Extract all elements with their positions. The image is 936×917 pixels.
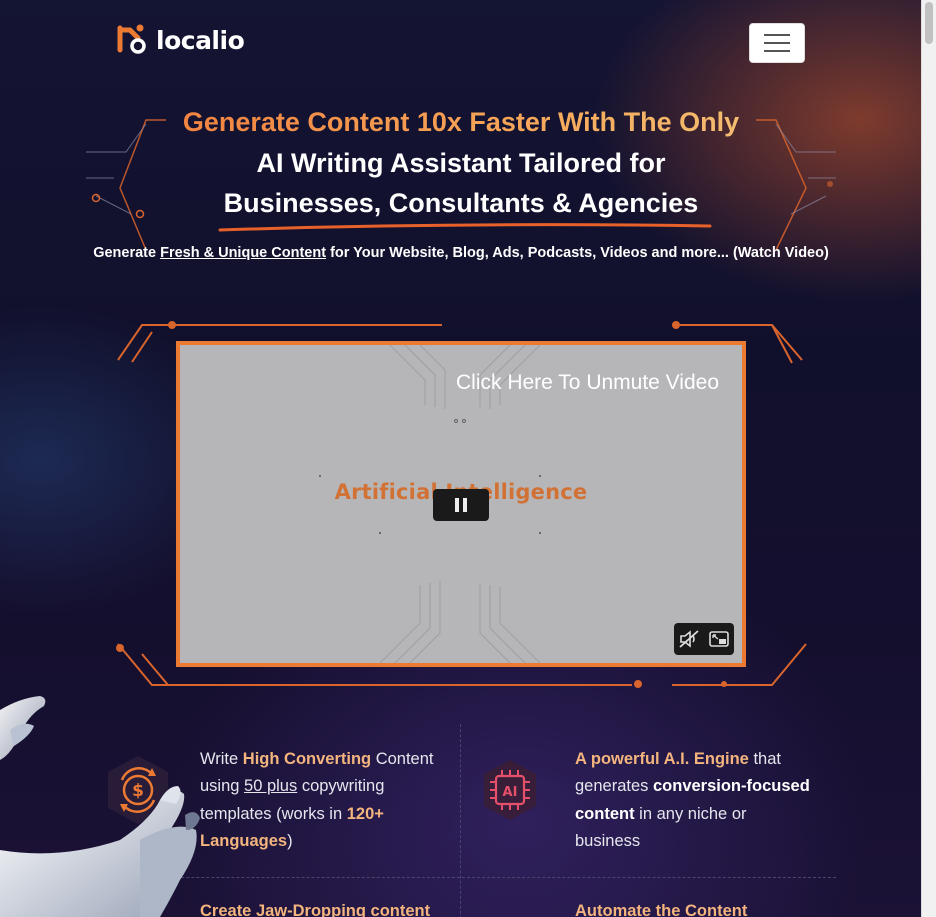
- ai-chip-icon: AI: [484, 760, 536, 820]
- svg-text:AI: AI: [503, 785, 518, 800]
- feature-4-highlight: Automate the Content: [575, 902, 748, 917]
- scrollbar-thumb[interactable]: [925, 2, 933, 44]
- feature-2-highlight: A powerful A.I. Engine: [575, 750, 749, 768]
- pause-icon: [455, 498, 467, 512]
- logo-text: localio: [156, 25, 245, 55]
- headline-line-3-text: Businesses, Consultants & Agencies: [223, 188, 699, 218]
- hero-subtitle: Generate Fresh & Unique Content for Your…: [86, 245, 836, 261]
- video-controls: [674, 623, 734, 655]
- subtitle-text-pre: Generate: [93, 245, 161, 261]
- feature-high-converting: Write High Converting Content using 50 p…: [200, 746, 440, 855]
- landing-page: localio Generate Content 10x Faster With…: [0, 0, 921, 917]
- page-scrollbar[interactable]: [921, 0, 936, 917]
- subtitle-text-post: for Your Website, Blog, Ads, Podcasts, V…: [326, 245, 829, 261]
- logo[interactable]: localio: [116, 24, 245, 56]
- robot-hand-image: [0, 696, 200, 917]
- video-player[interactable]: Click Here To Unmute Video Artificial In…: [176, 341, 746, 667]
- feature-1-text-d: ): [287, 831, 293, 850]
- unmute-video-text[interactable]: Click Here To Unmute Video: [456, 371, 719, 395]
- feature-automate: Automate the Content: [575, 898, 835, 917]
- headline-line-3: Businesses, Consultants & Agencies: [218, 183, 712, 231]
- headline-line-1: Generate Content 10x Faster With The Onl…: [86, 102, 836, 143]
- feature-ai-engine: A powerful A.I. Engine that generates co…: [575, 746, 815, 855]
- underline-swoosh: [218, 222, 712, 231]
- fresh-unique-content-link[interactable]: Fresh & Unique Content: [160, 245, 326, 261]
- feature-1-underline: 50 plus: [244, 777, 298, 796]
- headline-line-2: AI Writing Assistant Tailored for: [256, 147, 666, 178]
- hero-headline: Generate Content 10x Faster With The Onl…: [86, 102, 836, 231]
- feature-divider-vertical: [460, 724, 461, 917]
- feature-1-highlight-a: High Converting: [242, 750, 372, 768]
- hamburger-icon: [764, 34, 790, 52]
- feature-jaw-dropping: Create Jaw-Dropping content: [200, 898, 460, 917]
- localio-logo-icon: [117, 24, 146, 54]
- picture-in-picture-icon[interactable]: [709, 631, 729, 647]
- speaker-muted-icon[interactable]: [679, 630, 699, 648]
- pause-button[interactable]: [433, 489, 489, 521]
- nav-menu-button[interactable]: [749, 23, 805, 63]
- feature-3-highlight: Create Jaw-Dropping content: [200, 902, 431, 917]
